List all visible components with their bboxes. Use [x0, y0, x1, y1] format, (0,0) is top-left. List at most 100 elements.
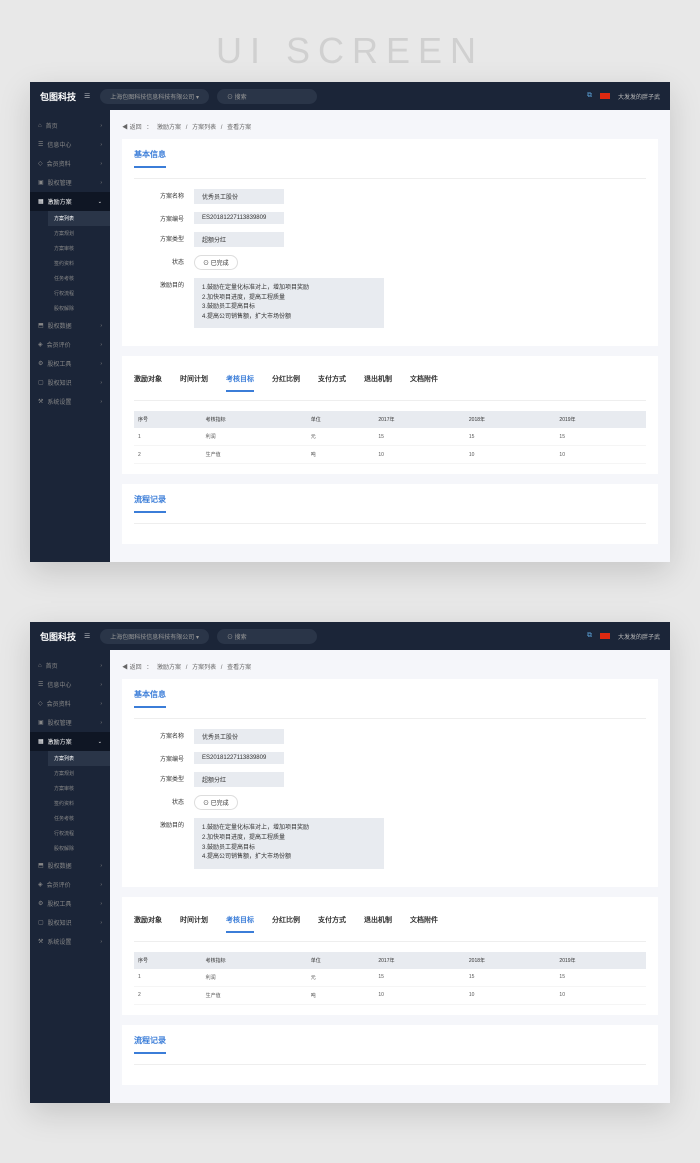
- tab-time[interactable]: 时间计划: [180, 374, 208, 392]
- tab-payment[interactable]: 支付方式: [318, 374, 346, 392]
- breadcrumb: ◀ 返回 ： 激励方案 / 方案列表 / 查看方案: [122, 658, 658, 679]
- sidebar-item-eval[interactable]: ◈会员评价›: [30, 335, 110, 354]
- value-planname: 优秀员工股份: [194, 189, 284, 204]
- sidebar-item-tools[interactable]: ⚙股权工具›: [30, 354, 110, 373]
- eval-icon: ◈: [38, 341, 43, 348]
- th-1: 考核指标: [202, 411, 307, 428]
- logo: 包图科技: [40, 630, 76, 643]
- tab-exit[interactable]: 退出机制: [364, 915, 392, 933]
- settings-icon: ⚒: [38, 398, 43, 405]
- sidebar-item-knowledge[interactable]: ▢股权知识›: [30, 913, 110, 932]
- breadcrumb: ◀ 返回 ： 激励方案 / 方案列表 / 查看方案: [122, 118, 658, 139]
- user-name[interactable]: 大发发的胖子武: [618, 92, 660, 101]
- grid-icon: ▦: [38, 198, 44, 205]
- sidebar-item-equity[interactable]: ▣股权管理›: [30, 713, 110, 732]
- app-window-2: 包图科技 ☰ 上海包图科技信息科技有限公司 ▾ ⊙ 搜索 ⧉ 大发发的胖子武 ⌂…: [30, 622, 670, 1102]
- sidebar-item-incentive[interactable]: ▦激励方案⌄: [30, 192, 110, 211]
- sidebar-item-incentive[interactable]: ▦激励方案⌄: [30, 732, 110, 751]
- th-0: 序号: [134, 411, 202, 428]
- tab-assess[interactable]: 考核目标: [226, 374, 254, 392]
- notification-icon[interactable]: ⧉: [587, 92, 592, 100]
- sidebar-sub-release[interactable]: 股权解除: [48, 841, 110, 856]
- tab-time[interactable]: 时间计划: [180, 915, 208, 933]
- sidebar-item-settings[interactable]: ⚒系统设置›: [30, 932, 110, 951]
- tab-target[interactable]: 激励对象: [134, 915, 162, 933]
- header: 包图科技 ☰ 上海包图科技信息科技有限公司 ▾ ⊙ 搜索 ⧉ 大发发的胖子武: [30, 622, 670, 650]
- tab-ratio[interactable]: 分红比例: [272, 915, 300, 933]
- sidebar-sub-exercise[interactable]: 行权流程: [48, 826, 110, 841]
- value-planno: ES20181227113839809: [194, 752, 284, 764]
- value-plantype: 超额分红: [194, 232, 284, 247]
- tabs: 激励对象 时间计划 考核目标 分红比例 支付方式 退出机制 文档附件: [134, 907, 646, 942]
- gear-icon: ⚙: [38, 900, 43, 907]
- crumb-1[interactable]: 激励方案: [157, 665, 181, 671]
- main-content: ◀ 返回 ： 激励方案 / 方案列表 / 查看方案 基本信息 方案名称优秀员工股…: [110, 650, 670, 1102]
- home-icon: ⌂: [38, 123, 42, 129]
- company-selector[interactable]: 上海包图科技信息科技有限公司 ▾: [100, 89, 209, 104]
- sidebar-sub-planning[interactable]: 方案规划: [48, 226, 110, 241]
- search-input[interactable]: ⊙ 搜索: [217, 89, 317, 104]
- label-goals: 激励目的: [134, 278, 184, 289]
- notification-icon[interactable]: ⧉: [587, 632, 592, 640]
- sidebar-sub-contract[interactable]: 签约资料: [48, 256, 110, 271]
- diamond-icon: ◇: [38, 700, 43, 707]
- sidebar-item-equity[interactable]: ▣股权管理›: [30, 173, 110, 192]
- sidebar-item-info[interactable]: ☰信息中心›: [30, 135, 110, 154]
- value-plantype: 超额分红: [194, 772, 284, 787]
- table-row: 2生产值吨101010: [134, 986, 646, 1004]
- sidebar: ⌂首页› ☰信息中心› ◇会员资料› ▣股权管理› ▦激励方案⌄ 方案列表 方案…: [30, 110, 110, 562]
- sidebar-sub-review[interactable]: 方案审核: [48, 781, 110, 796]
- th-4: 2018年: [465, 411, 556, 428]
- back-button[interactable]: ◀ 返回: [122, 125, 142, 131]
- home-icon: ⌂: [38, 663, 42, 669]
- search-input[interactable]: ⊙ 搜索: [217, 629, 317, 644]
- menu-toggle-icon[interactable]: ☰: [84, 632, 90, 640]
- sidebar-sub-task[interactable]: 任务考核: [48, 271, 110, 286]
- th-3: 2017年: [374, 952, 465, 969]
- crumb-1[interactable]: 激励方案: [157, 125, 181, 131]
- label-plantype: 方案类型: [134, 232, 184, 243]
- label-plantype: 方案类型: [134, 772, 184, 783]
- label-goals: 激励目的: [134, 818, 184, 829]
- sidebar-item-data[interactable]: ⬒股权数据›: [30, 856, 110, 875]
- sidebar-item-home[interactable]: ⌂首页›: [30, 656, 110, 675]
- tab-assess[interactable]: 考核目标: [226, 915, 254, 933]
- sidebar-sub-exercise[interactable]: 行权流程: [48, 286, 110, 301]
- th-3: 2017年: [374, 411, 465, 428]
- user-name[interactable]: 大发发的胖子武: [618, 632, 660, 641]
- tab-payment[interactable]: 支付方式: [318, 915, 346, 933]
- sidebar-item-settings[interactable]: ⚒系统设置›: [30, 392, 110, 411]
- sidebar-item-member[interactable]: ◇会员资料›: [30, 694, 110, 713]
- sidebar-item-member[interactable]: ◇会员资料›: [30, 154, 110, 173]
- sidebar-item-info[interactable]: ☰信息中心›: [30, 675, 110, 694]
- company-selector[interactable]: 上海包图科技信息科技有限公司 ▾: [100, 629, 209, 644]
- tab-docs[interactable]: 文档附件: [410, 374, 438, 392]
- value-planno: ES20181227113839809: [194, 212, 284, 224]
- crumb-2[interactable]: 方案列表: [192, 125, 216, 131]
- list-icon: ☰: [38, 681, 43, 688]
- sidebar-sub-planning[interactable]: 方案规划: [48, 766, 110, 781]
- sidebar-sub-release[interactable]: 股权解除: [48, 301, 110, 316]
- sidebar-sub-contract[interactable]: 签约资料: [48, 796, 110, 811]
- menu-toggle-icon[interactable]: ☰: [84, 92, 90, 100]
- sidebar-sub-planlist[interactable]: 方案列表: [48, 751, 110, 766]
- th-5: 2019年: [555, 952, 646, 969]
- tabs-card: 激励对象 时间计划 考核目标 分红比例 支付方式 退出机制 文档附件 序号 考核…: [122, 897, 658, 1015]
- sidebar-sub-review[interactable]: 方案审核: [48, 241, 110, 256]
- sidebar-item-knowledge[interactable]: ▢股权知识›: [30, 373, 110, 392]
- logo: 包图科技: [40, 90, 76, 103]
- crumb-3: 查看方案: [227, 665, 251, 671]
- back-button[interactable]: ◀ 返回: [122, 665, 142, 671]
- tab-target[interactable]: 激励对象: [134, 374, 162, 392]
- tab-ratio[interactable]: 分红比例: [272, 374, 300, 392]
- status-badge: ⊙ 已完成: [194, 795, 238, 810]
- sidebar-item-eval[interactable]: ◈会员评价›: [30, 875, 110, 894]
- sidebar-item-tools[interactable]: ⚙股权工具›: [30, 894, 110, 913]
- crumb-2[interactable]: 方案列表: [192, 665, 216, 671]
- sidebar-sub-task[interactable]: 任务考核: [48, 811, 110, 826]
- tab-docs[interactable]: 文档附件: [410, 915, 438, 933]
- sidebar-sub-planlist[interactable]: 方案列表: [48, 211, 110, 226]
- sidebar-item-home[interactable]: ⌂首页›: [30, 116, 110, 135]
- sidebar-item-data[interactable]: ⬒股权数据›: [30, 316, 110, 335]
- tab-exit[interactable]: 退出机制: [364, 374, 392, 392]
